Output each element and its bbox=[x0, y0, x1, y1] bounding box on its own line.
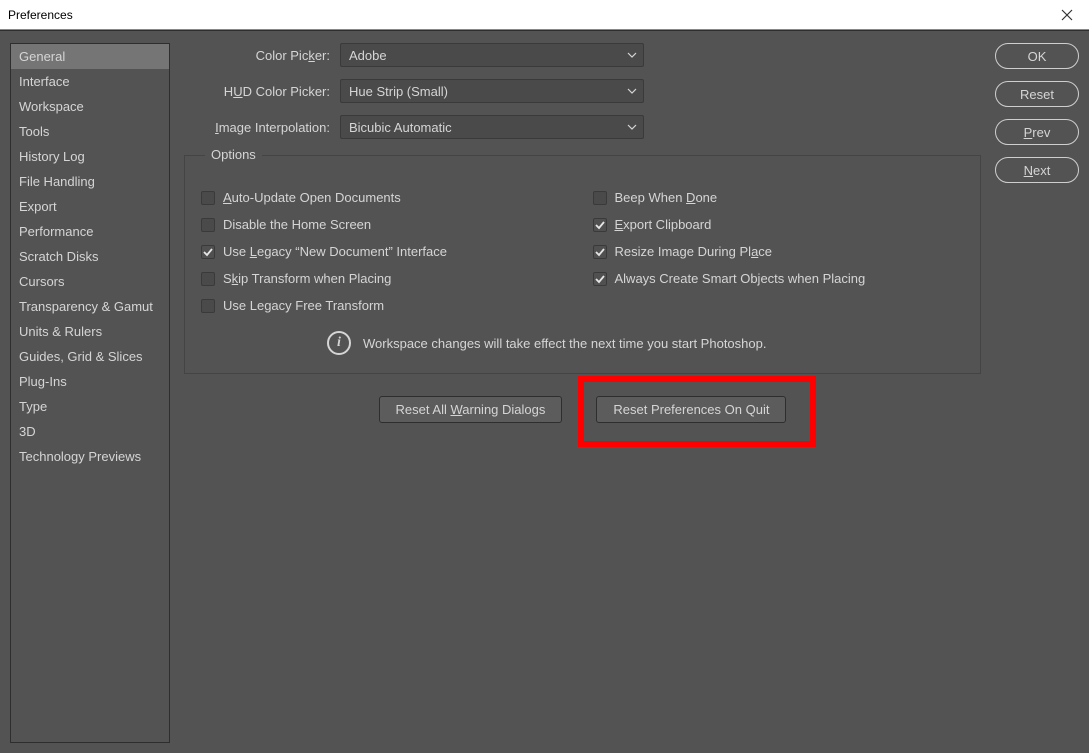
options-legend: Options bbox=[205, 147, 262, 162]
dialog-buttons: OK Reset Prev Next bbox=[995, 43, 1079, 743]
option-label[interactable]: Beep When Done bbox=[615, 190, 718, 205]
option-right-2: Resize Image During Place bbox=[593, 238, 965, 265]
option-label[interactable]: Skip Transform when Placing bbox=[223, 271, 391, 286]
sidebar-item-interface[interactable]: Interface bbox=[11, 69, 169, 94]
option-label[interactable]: Resize Image During Place bbox=[615, 244, 773, 259]
sidebar-item-3d[interactable]: 3D bbox=[11, 419, 169, 444]
option-left-2: Use Legacy “New Document” Interface bbox=[201, 238, 573, 265]
option-label[interactable]: Auto-Update Open Documents bbox=[223, 190, 401, 205]
option-label[interactable]: Export Clipboard bbox=[615, 217, 712, 232]
close-icon bbox=[1061, 9, 1073, 21]
option-label[interactable]: Use Legacy Free Transform bbox=[223, 298, 384, 313]
checkbox[interactable] bbox=[201, 245, 215, 259]
chevron-down-icon bbox=[627, 86, 637, 96]
sidebar-item-file-handling[interactable]: File Handling bbox=[11, 169, 169, 194]
check-icon bbox=[595, 274, 605, 284]
options-fieldset: Options Auto-Update Open DocumentsDisabl… bbox=[184, 155, 981, 374]
checkbox[interactable] bbox=[593, 191, 607, 205]
hud-color-picker-label: HUD Color Picker: bbox=[184, 84, 340, 99]
sidebar-item-plug-ins[interactable]: Plug-Ins bbox=[11, 369, 169, 394]
checkbox[interactable] bbox=[201, 272, 215, 286]
color-picker-select[interactable]: Adobe bbox=[340, 43, 644, 67]
info-text: Workspace changes will take effect the n… bbox=[363, 336, 766, 351]
checkbox[interactable] bbox=[593, 272, 607, 286]
checkbox[interactable] bbox=[593, 218, 607, 232]
reset-button[interactable]: Reset bbox=[995, 81, 1079, 107]
sidebar-item-transparency-gamut[interactable]: Transparency & Gamut bbox=[11, 294, 169, 319]
hud-color-picker-select[interactable]: Hue Strip (Small) bbox=[340, 79, 644, 103]
sidebar-item-scratch-disks[interactable]: Scratch Disks bbox=[11, 244, 169, 269]
sidebar-item-tools[interactable]: Tools bbox=[11, 119, 169, 144]
option-right-0: Beep When Done bbox=[593, 184, 965, 211]
option-label[interactable]: Always Create Smart Objects when Placing bbox=[615, 271, 866, 286]
checkbox[interactable] bbox=[593, 245, 607, 259]
option-left-0: Auto-Update Open Documents bbox=[201, 184, 573, 211]
reset-warning-dialogs-button[interactable]: Reset All Warning Dialogs bbox=[379, 396, 563, 423]
sidebar: GeneralInterfaceWorkspaceToolsHistory Lo… bbox=[10, 43, 170, 743]
option-label[interactable]: Use Legacy “New Document” Interface bbox=[223, 244, 447, 259]
next-button[interactable]: Next bbox=[995, 157, 1079, 183]
option-label[interactable]: Disable the Home Screen bbox=[223, 217, 371, 232]
hud-color-picker-value: Hue Strip (Small) bbox=[349, 84, 448, 99]
main-panel: Color Picker: Adobe HUD Color Picker: Hu… bbox=[184, 43, 981, 743]
option-left-1: Disable the Home Screen bbox=[201, 211, 573, 238]
check-icon bbox=[203, 247, 213, 257]
chevron-down-icon bbox=[627, 122, 637, 132]
image-interpolation-label: Image Interpolation: bbox=[184, 120, 340, 135]
chevron-down-icon bbox=[627, 50, 637, 60]
sidebar-item-guides-grid-slices[interactable]: Guides, Grid & Slices bbox=[11, 344, 169, 369]
option-left-4: Use Legacy Free Transform bbox=[201, 292, 573, 319]
sidebar-item-type[interactable]: Type bbox=[11, 394, 169, 419]
checkbox[interactable] bbox=[201, 299, 215, 313]
option-left-3: Skip Transform when Placing bbox=[201, 265, 573, 292]
titlebar: Preferences bbox=[0, 0, 1089, 30]
sidebar-item-units-rulers[interactable]: Units & Rulers bbox=[11, 319, 169, 344]
checkbox[interactable] bbox=[201, 218, 215, 232]
color-picker-label: Color Picker: bbox=[184, 48, 340, 63]
window-title: Preferences bbox=[8, 8, 73, 22]
reset-preferences-on-quit-button[interactable]: Reset Preferences On Quit bbox=[596, 396, 786, 423]
checkbox[interactable] bbox=[201, 191, 215, 205]
ok-button[interactable]: OK bbox=[995, 43, 1079, 69]
sidebar-item-workspace[interactable]: Workspace bbox=[11, 94, 169, 119]
close-button[interactable] bbox=[1053, 1, 1081, 29]
sidebar-item-technology-previews[interactable]: Technology Previews bbox=[11, 444, 169, 469]
option-right-3: Always Create Smart Objects when Placing bbox=[593, 265, 965, 292]
image-interpolation-value: Bicubic Automatic bbox=[349, 120, 452, 135]
check-icon bbox=[595, 247, 605, 257]
sidebar-item-general[interactable]: General bbox=[11, 44, 169, 69]
prev-button[interactable]: Prev bbox=[995, 119, 1079, 145]
sidebar-item-history-log[interactable]: History Log bbox=[11, 144, 169, 169]
sidebar-item-cursors[interactable]: Cursors bbox=[11, 269, 169, 294]
option-right-1: Export Clipboard bbox=[593, 211, 965, 238]
sidebar-item-export[interactable]: Export bbox=[11, 194, 169, 219]
check-icon bbox=[595, 220, 605, 230]
color-picker-value: Adobe bbox=[349, 48, 387, 63]
sidebar-item-performance[interactable]: Performance bbox=[11, 219, 169, 244]
image-interpolation-select[interactable]: Bicubic Automatic bbox=[340, 115, 644, 139]
info-icon: i bbox=[327, 331, 351, 355]
